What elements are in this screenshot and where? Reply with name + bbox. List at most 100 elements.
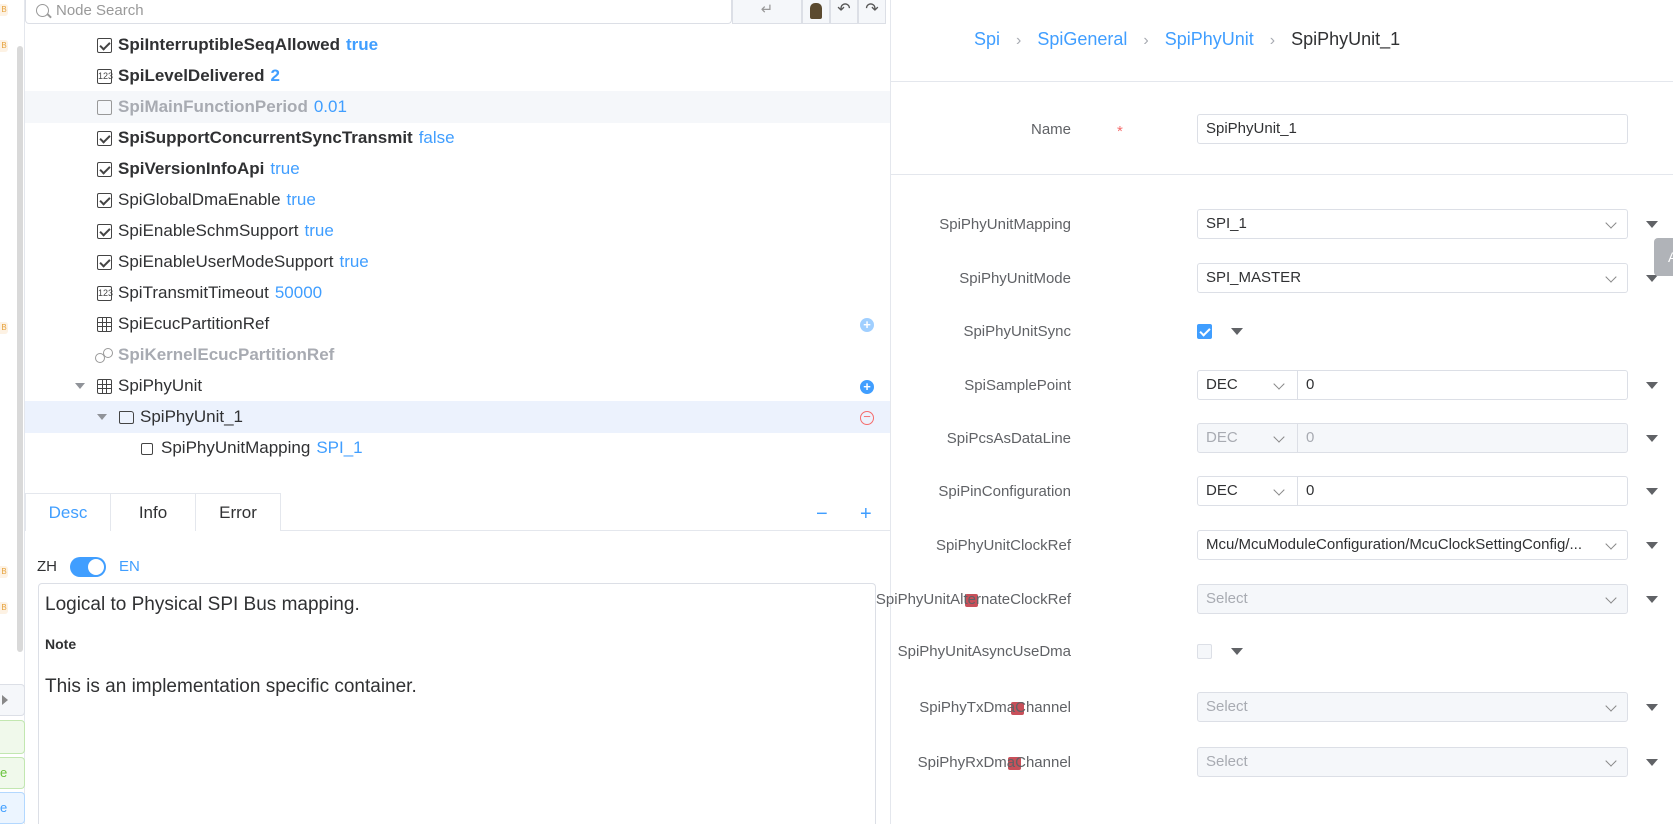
mapping-row: SpiPhyUnitMapping SPI_1 [891,209,1673,241]
divider [891,81,1673,82]
tree-node[interactable]: SpiPhyUnitMapping SPI_1 [25,432,890,464]
more-options-icon[interactable] [1646,759,1658,766]
more-options-icon[interactable] [1646,542,1658,549]
strip-badge: B [0,602,8,614]
tree-node[interactable]: SpiEnableSchmSupport true [25,215,890,247]
undo-button[interactable]: ↶ [830,0,858,24]
tree-node[interactable]: 123 SpiTransmitTimeout 50000 [25,277,890,309]
language-toggle[interactable] [70,557,106,577]
more-options-icon[interactable] [1231,648,1243,655]
required-mark: * [1117,123,1123,140]
field-label: SpiSamplePoint [964,377,1071,394]
config-tree: SpiInterruptibleSeqAllowed true 123 SpiLe… [25,24,890,493]
bottom-tabs: Desc Info Error [25,493,890,531]
tree-node[interactable]: SpiEcucPartitionRef + [25,308,890,340]
side-drawer-tab[interactable]: A [1654,238,1673,276]
more-options-icon[interactable] [1646,435,1658,442]
tree-node[interactable]: SpiSupportConcurrentSyncTransmit false [25,122,890,154]
breadcrumb-item[interactable]: Spi [974,29,1000,49]
more-options-icon[interactable] [1646,704,1658,711]
breadcrumb: Spi › SpiGeneral › SpiPhyUnit › SpiPhyUnit_1 [974,28,1400,52]
more-options-icon[interactable] [1646,221,1658,228]
search-enter-button[interactable]: ↵ [732,0,802,24]
tree-node[interactable]: SpiKernelEcucPartitionRef [25,339,890,371]
pin-config-row: SpiPinConfiguration DEC 0 [891,476,1673,508]
tree-node-label: SpiPhyUnit_1 [140,407,244,426]
tree-node-value: 50000 [274,283,323,302]
strip-play-button[interactable] [0,684,25,716]
collapse-panel-button[interactable]: − [816,504,828,524]
format-select[interactable]: DEC [1197,370,1298,400]
alt-clock-select[interactable]: Select [1197,584,1628,614]
tree-node-label: SpiKernelEcucPartitionRef [118,345,335,364]
alt-clock-row: SpiPhyUnitAlternateClockRef Select [876,584,1673,616]
chevron-down-icon [1605,271,1617,283]
tree-node-label: SpiLevelDelivered [118,66,265,85]
strip-blue-button[interactable]: e [0,792,25,824]
format-select[interactable]: DEC [1197,423,1298,453]
select-placeholder: Select [1206,590,1248,607]
tree-node[interactable]: 123 SpiLevelDelivered 2 [25,60,890,92]
breadcrumb-item[interactable]: SpiPhyUnit [1165,29,1254,49]
breadcrumb-item[interactable]: SpiGeneral [1037,29,1127,49]
tree-scrollbar[interactable] [17,46,23,652]
mode-row: SpiPhyUnitMode SPI_MASTER [891,263,1673,295]
sample-point-row: SpiSamplePoint DEC 0 [891,370,1673,402]
tree-node-value: true [286,190,316,209]
tree-node-label: SpiEnableSchmSupport [118,221,299,240]
more-options-icon[interactable] [1646,596,1658,603]
pin-config-input[interactable]: 0 [1297,476,1628,506]
number-icon: 123 [97,286,113,301]
checkbox-icon [97,255,112,270]
select-value: SPI_1 [1206,215,1247,232]
node-search-input[interactable] [56,0,696,20]
reference-icon [141,443,153,455]
tree-node[interactable]: SpiGlobalDmaEnable true [25,184,890,216]
tab-info[interactable]: Info [110,493,196,531]
chevron-down-icon [1605,217,1617,229]
more-options-icon[interactable] [1646,275,1658,282]
more-options-icon[interactable] [1646,382,1658,389]
tab-desc[interactable]: Desc [25,493,111,531]
tree-node-label: SpiInterruptibleSeqAllowed [118,35,340,54]
tree-node[interactable]: SpiInterruptibleSeqAllowed true [25,29,890,61]
field-label: SpiPhyUnitClockRef [935,537,1071,554]
mode-select[interactable]: SPI_MASTER [1197,263,1628,293]
sync-checkbox[interactable] [1197,324,1212,339]
tx-dma-select[interactable]: Select [1197,692,1628,722]
checkbox-icon [97,224,112,239]
pcs-input[interactable]: 0 [1297,423,1628,453]
add-icon[interactable]: + [860,318,874,332]
rx-dma-select[interactable]: Select [1197,747,1628,777]
strip-green-button[interactable] [0,720,25,754]
more-options-icon[interactable] [1231,328,1243,335]
divider [891,174,1673,175]
tree-node[interactable]: SpiVersionInfoApi true [25,153,890,185]
expand-panel-button[interactable]: + [860,504,872,524]
chevron-down-icon[interactable] [75,383,85,389]
chevron-down-icon[interactable] [97,414,107,420]
mascot-icon[interactable] [802,0,830,24]
remove-icon[interactable]: − [860,410,874,425]
tree-node[interactable]: SpiMainFunctionPeriod 0.01 [25,91,890,123]
sample-point-input[interactable]: 0 [1297,370,1628,400]
async-dma-row: SpiPhyUnitAsyncUseDma [891,636,1673,668]
strip-green-button-2[interactable]: e [0,757,25,789]
name-input[interactable]: SpiPhyUnit_1 [1197,114,1628,144]
select-placeholder: Select [1206,698,1248,715]
more-options-icon[interactable] [1646,488,1658,495]
tree-node-selected[interactable]: SpiPhyUnit_1 − [25,401,890,433]
field-label: SpiPhyUnitAsyncUseDma [897,643,1071,660]
redo-button[interactable]: ↷ [858,0,886,24]
format-select[interactable]: DEC [1197,476,1298,506]
tab-error[interactable]: Error [195,493,281,531]
add-icon[interactable]: + [860,380,874,394]
async-dma-checkbox[interactable] [1197,644,1212,659]
tree-node[interactable]: SpiEnableUserModeSupport true [25,246,890,278]
tree-node-label: SpiSupportConcurrentSyncTransmit [118,128,413,147]
mapping-select[interactable]: SPI_1 [1197,209,1628,239]
clock-ref-select[interactable]: Mcu/McuModuleConfiguration/McuClockSetti… [1197,530,1628,560]
tree-node-label: SpiTransmitTimeout [118,283,269,302]
tree-node[interactable]: SpiPhyUnit + [25,370,890,402]
desc-text: This is an implementation specific conta… [45,676,417,697]
